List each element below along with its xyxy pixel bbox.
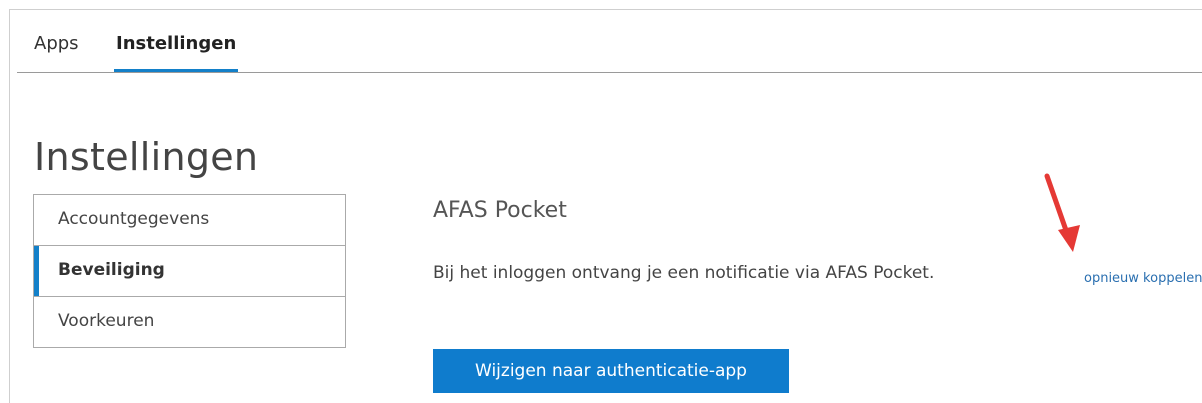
change-to-authenticator-app-button[interactable]: Wijzigen naar authenticatie-app	[433, 349, 789, 393]
red-arrow-icon	[1044, 173, 1080, 252]
menu-item-beveiliging[interactable]: Beveiliging	[34, 245, 345, 296]
frame-top-border	[9, 9, 1202, 10]
frame-left-border	[9, 9, 10, 403]
arrow-shaft	[1044, 173, 1071, 239]
page-title: Instellingen	[34, 135, 259, 180]
tab-instellingen[interactable]: Instellingen	[113, 33, 239, 72]
tab-apps[interactable]: Apps	[34, 33, 79, 54]
section-description: Bij het inloggen ontvang je een notifica…	[433, 263, 935, 283]
menu-item-voorkeuren[interactable]: Voorkeuren	[34, 296, 345, 347]
settings-menu: Accountgegevens Beveiliging Voorkeuren	[33, 194, 346, 348]
top-tab-bar: Apps Instellingen	[17, 24, 1202, 73]
menu-item-accountgegevens[interactable]: Accountgegevens	[34, 195, 345, 245]
section-title: AFAS Pocket	[433, 198, 567, 223]
relink-link[interactable]: opnieuw koppelen	[1084, 271, 1202, 286]
arrow-head	[1058, 225, 1080, 252]
